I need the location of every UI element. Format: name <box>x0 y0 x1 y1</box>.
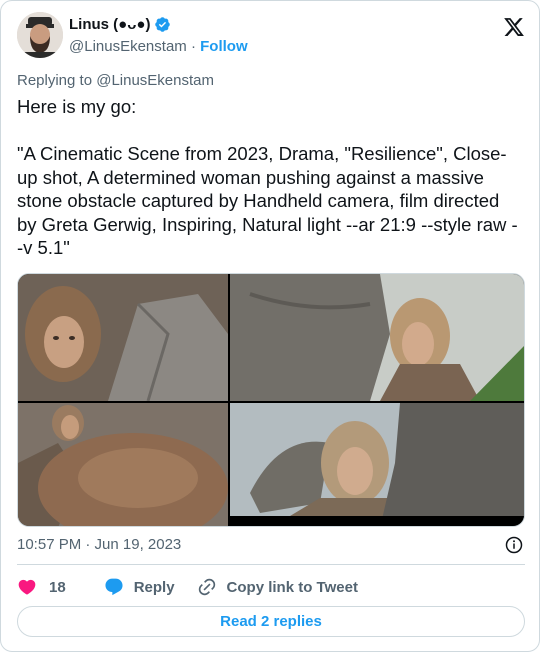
author-name-row: Linus (●ᴗ●) <box>69 16 171 33</box>
author-handle-row: @LinusEkenstam · Follow <box>69 38 248 55</box>
copy-link-button[interactable]: Copy link to Tweet <box>197 577 358 597</box>
replying-to-prefix: Replying to <box>17 72 97 89</box>
copy-link-label: Copy link to Tweet <box>226 578 358 596</box>
reply-button[interactable]: Reply <box>104 577 175 597</box>
handle-separator: · <box>186 38 201 55</box>
tweet-media-grid[interactable] <box>17 273 525 527</box>
heart-icon <box>18 579 36 595</box>
tweet-timestamp[interactable]: 10:57 PM · Jun 19, 2023 <box>17 536 181 553</box>
tweet-card: Linus (●ᴗ●) @LinusEkenstam · Follow Repl… <box>0 0 540 652</box>
replying-to-handle[interactable]: @LinusEkenstam <box>96 72 214 89</box>
divider <box>17 564 525 565</box>
verified-badge-icon <box>155 17 171 32</box>
like-button[interactable]: 18 <box>17 577 66 597</box>
read-replies-button[interactable]: Read 2 replies <box>17 606 525 637</box>
tweet-text: Here is my go: "A Cinematic Scene from 2… <box>17 96 518 258</box>
media-image-3[interactable] <box>18 403 228 526</box>
media-image-4[interactable] <box>230 403 524 526</box>
author-display-name[interactable]: Linus (●ᴗ●) <box>69 16 150 33</box>
link-icon <box>198 578 215 596</box>
x-logo-icon[interactable] <box>503 16 525 38</box>
info-icon[interactable] <box>505 536 523 554</box>
reply-label: Reply <box>133 578 175 596</box>
tweet-actions: 18 Reply Copy link to Tweet <box>17 576 358 598</box>
replying-to: Replying to @LinusEkenstam <box>17 72 214 89</box>
media-image-2[interactable] <box>230 274 524 401</box>
author-handle[interactable]: @LinusEkenstam <box>69 38 187 55</box>
follow-button[interactable]: Follow <box>200 38 248 55</box>
timestamp-row: 10:57 PM · Jun 19, 2023 <box>17 536 525 556</box>
reply-bubble-icon <box>105 578 123 596</box>
author-avatar[interactable] <box>17 12 63 58</box>
tweet-header: Linus (●ᴗ●) @LinusEkenstam · Follow <box>17 12 525 62</box>
media-image-1[interactable] <box>18 274 228 401</box>
like-count: 18 <box>49 578 66 596</box>
